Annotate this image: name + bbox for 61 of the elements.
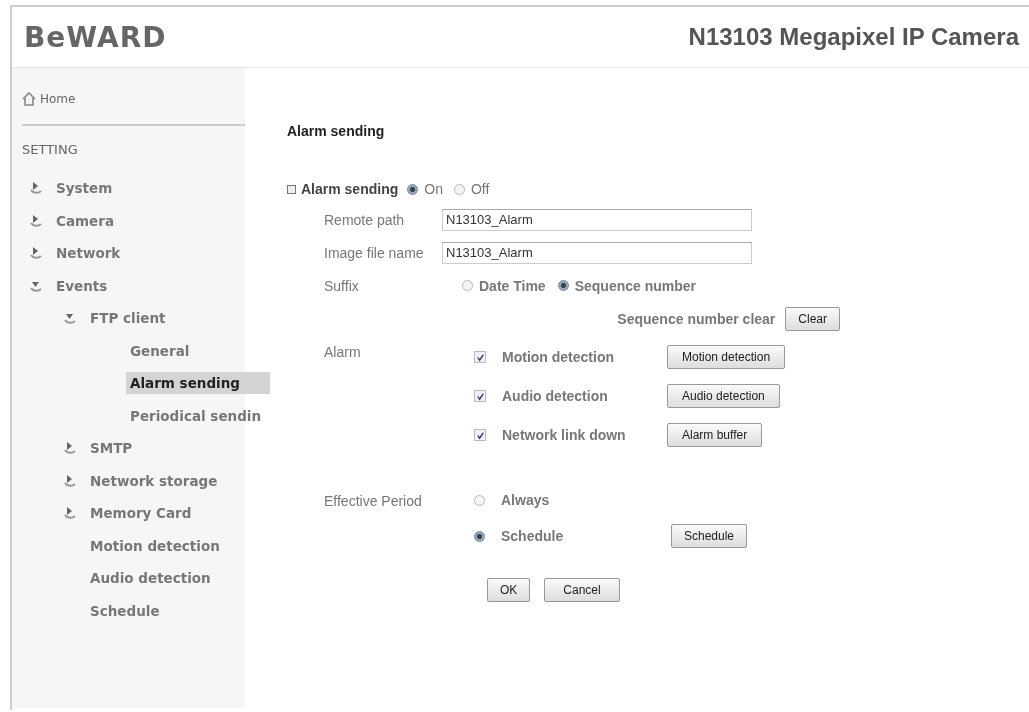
page-title: N13103 Megapixel IP Camera — [688, 23, 1019, 51]
radio-label: Sequence number — [574, 277, 697, 294]
checkbox-label: Motion detection — [501, 349, 615, 365]
expand-arrow-icon[interactable] — [28, 180, 44, 197]
radio-label: On — [424, 181, 443, 197]
radio-button[interactable] — [407, 183, 419, 195]
dialog-button[interactable]: OK — [487, 578, 531, 602]
sidebar-item[interactable]: Alarm sending — [126, 372, 270, 395]
dialog-button[interactable]: Cancel — [544, 578, 620, 602]
sidebar-item[interactable]: System — [52, 177, 117, 200]
field-label: Alarm — [324, 343, 362, 360]
field-label: Suffix — [324, 277, 360, 294]
radio-button[interactable] — [474, 530, 485, 542]
radio-button[interactable] — [557, 280, 569, 291]
expand-arrow-icon[interactable] — [28, 245, 44, 262]
checkbox[interactable] — [474, 429, 486, 441]
logo: BeWARD — [24, 20, 167, 54]
expand-arrow-icon[interactable] — [62, 472, 78, 489]
sidebar-item[interactable]: Network storage — [86, 469, 222, 492]
home-link[interactable]: Home — [22, 88, 245, 110]
section-heading: SETTING — [22, 142, 79, 159]
radio-button[interactable] — [462, 280, 473, 291]
sidebar-item[interactable]: Motion detection — [86, 534, 224, 557]
settings-button[interactable]: Audio detection — [667, 384, 780, 408]
sidebar-item[interactable]: Network — [52, 242, 125, 265]
expand-arrow-icon[interactable] — [62, 505, 78, 522]
field-label: Alarm sending — [301, 181, 399, 197]
checkbox[interactable] — [474, 351, 486, 363]
clear-button[interactable]: Clear — [785, 306, 840, 331]
radio-label: Date Time — [479, 277, 546, 294]
checkbox-label: Network link down — [501, 427, 627, 443]
radio-label: Off — [470, 181, 490, 197]
sidebar-item[interactable]: Events — [52, 274, 112, 297]
radio-label: Always — [500, 492, 551, 508]
sidebar-item[interactable]: Memory Card — [86, 502, 196, 525]
settings-button[interactable]: Motion detection — [667, 345, 786, 369]
field-label: Image file name — [324, 244, 425, 261]
checkbox[interactable] — [474, 390, 486, 402]
section-title: Alarm sending — [287, 123, 386, 141]
sidebar-item[interactable]: Periodical sendin — [126, 404, 266, 427]
schedule-button[interactable]: Schedule — [671, 524, 748, 548]
radio-button[interactable] — [453, 183, 465, 195]
field-label: Sequence number clear — [617, 310, 776, 327]
expand-arrow-icon[interactable] — [28, 212, 44, 229]
input-field[interactable]: N13103_Alarm — [442, 241, 752, 264]
radio-label: Schedule — [500, 528, 565, 544]
field-label: Effective Period — [324, 492, 423, 509]
radio-button[interactable] — [474, 494, 485, 506]
sidebar-item[interactable]: SMTP — [86, 437, 137, 460]
sidebar-item[interactable]: Camera — [52, 209, 118, 232]
sidebar-item[interactable]: Audio detection — [86, 567, 215, 590]
input-field[interactable]: N13103_Alarm — [442, 208, 752, 231]
field-label: Remote path — [324, 211, 406, 228]
sidebar-item[interactable]: Schedule — [86, 599, 164, 622]
sidebar-item[interactable]: FTP client — [86, 307, 170, 330]
settings-button[interactable]: Alarm buffer — [667, 423, 763, 447]
checkbox-label: Audio detection — [501, 388, 609, 404]
expand-arrow-icon[interactable] — [62, 440, 78, 457]
square-icon — [287, 184, 296, 194]
sidebar-item[interactable]: General — [126, 339, 194, 362]
home-icon — [22, 92, 36, 106]
